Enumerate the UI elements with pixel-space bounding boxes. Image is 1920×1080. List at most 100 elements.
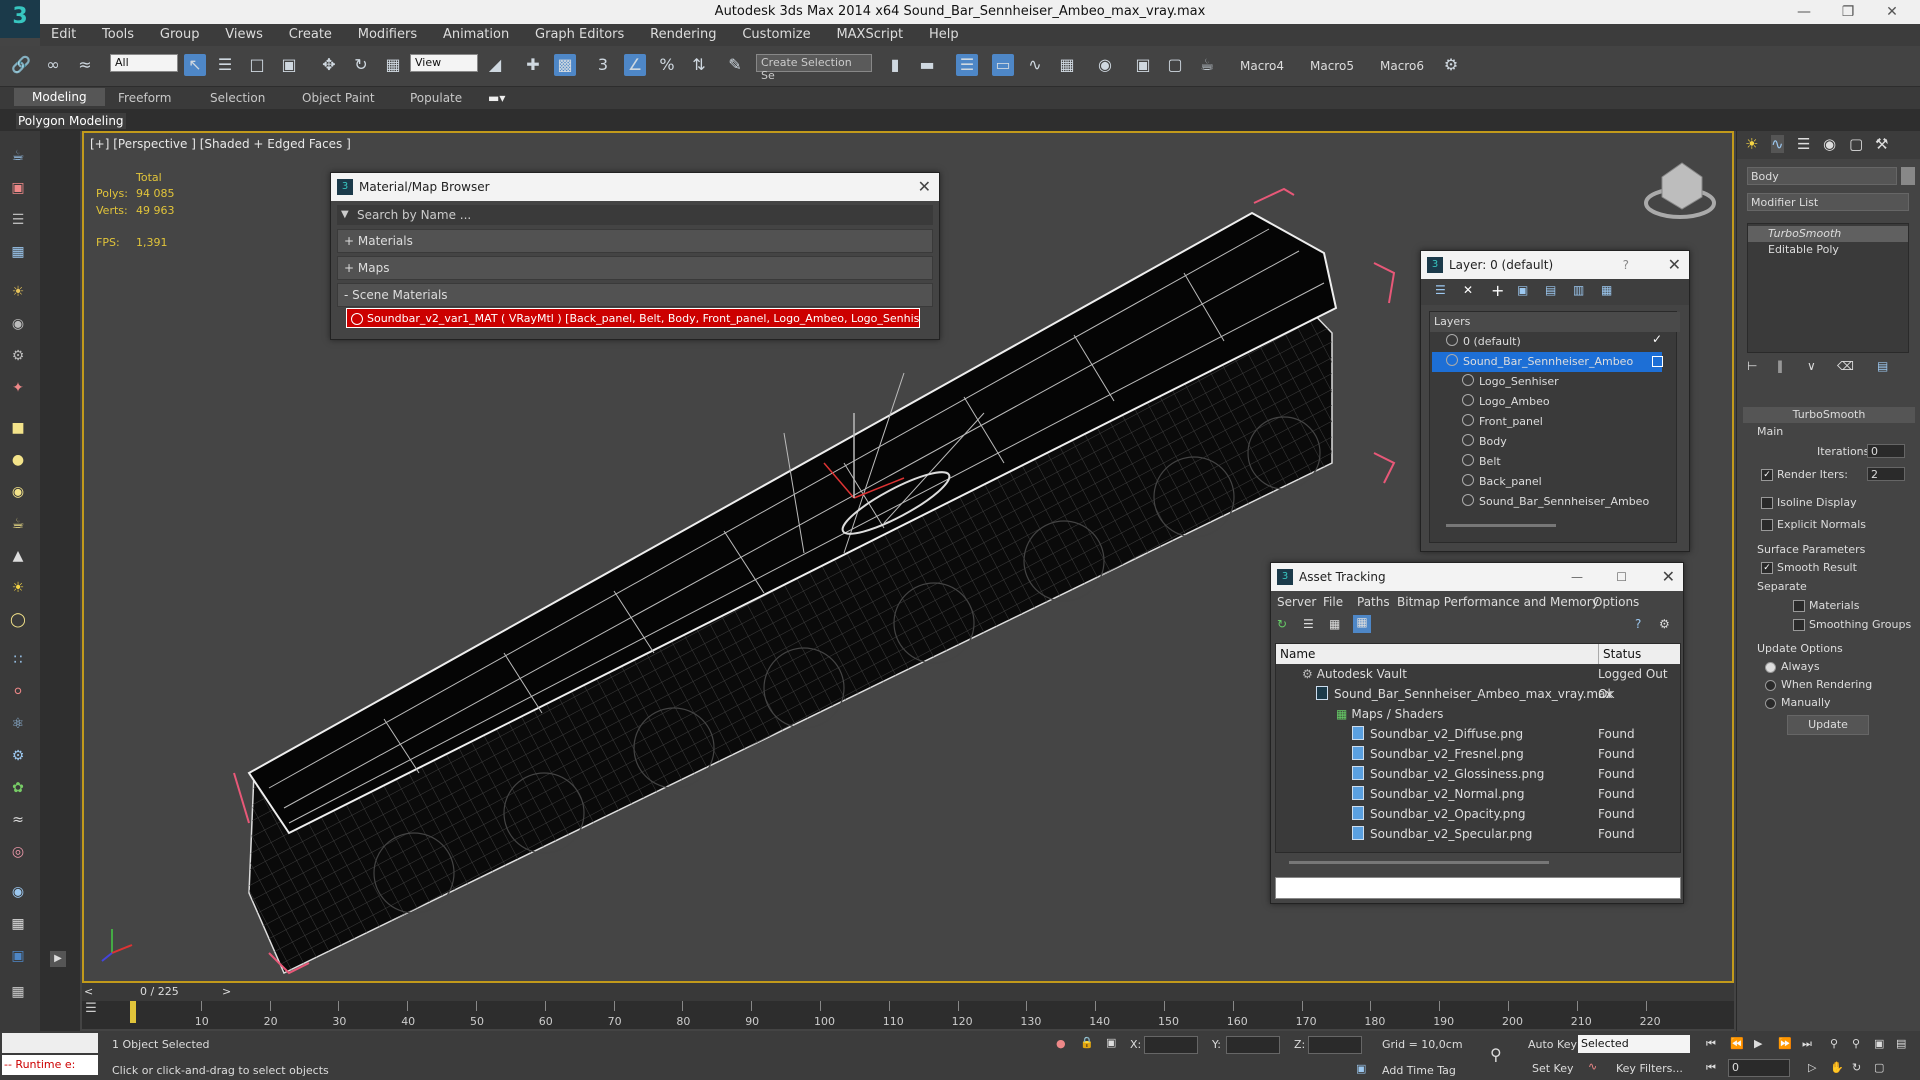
- asset-menu-paths[interactable]: Paths: [1357, 595, 1390, 609]
- gear-small-icon[interactable]: ⚙: [6, 745, 30, 767]
- add-time-tag-button[interactable]: Add Time Tag: [1382, 1064, 1456, 1077]
- minimize-icon[interactable]: —: [1571, 563, 1583, 591]
- settings-icon[interactable]: ⚙: [1659, 617, 1670, 631]
- update-always-radio[interactable]: [1765, 662, 1776, 673]
- menu-rendering[interactable]: Rendering: [639, 24, 727, 42]
- layer-manager-titlebar[interactable]: 3 Layer: 0 (default) ? ✕: [1421, 251, 1689, 279]
- filter-icon[interactable]: ▼: [341, 205, 349, 225]
- layer-manager-icon[interactable]: ☰: [956, 54, 978, 76]
- field-of-view-icon[interactable]: ▷: [1808, 1061, 1816, 1074]
- current-frame-marker[interactable]: [130, 1001, 136, 1023]
- section-materials[interactable]: + Materials: [337, 229, 933, 253]
- table-row[interactable]: Soundbar_v2_Opacity.png Found: [1276, 804, 1680, 825]
- menu-tools[interactable]: Tools: [91, 24, 145, 42]
- menu-create[interactable]: Create: [278, 24, 343, 42]
- close-icon[interactable]: ✕: [918, 173, 931, 201]
- layer-row-back-panel[interactable]: Back_panel: [1462, 472, 1542, 492]
- help-icon[interactable]: ?: [1635, 617, 1641, 631]
- layer-row-body[interactable]: Body: [1462, 432, 1507, 452]
- globe-icon[interactable]: ◉: [6, 881, 30, 903]
- x-coord-field[interactable]: [1144, 1036, 1198, 1054]
- column-name[interactable]: Name: [1280, 644, 1315, 664]
- table-row[interactable]: Soundbar_v2_Glossiness.png Found: [1276, 764, 1680, 785]
- pin-stack-icon[interactable]: ⊢: [1747, 359, 1757, 373]
- table-row[interactable]: Soundbar_v2_Normal.png Found: [1276, 784, 1680, 805]
- add-to-layer-icon[interactable]: +: [1491, 281, 1504, 300]
- stack-item-turbosmooth[interactable]: TurboSmooth: [1748, 226, 1908, 242]
- atom-icon[interactable]: ⚛: [6, 713, 30, 735]
- polygon-modeling-panel[interactable]: Polygon Modeling: [16, 113, 126, 129]
- zoom-icon[interactable]: ⚲: [1830, 1037, 1838, 1050]
- light-icon[interactable]: ☀: [6, 281, 30, 303]
- current-frame-field[interactable]: 0: [1728, 1059, 1790, 1077]
- turbosmooth-rollout-header[interactable]: TurboSmooth: [1743, 407, 1915, 423]
- auto-key-button[interactable]: Auto Key: [1528, 1038, 1577, 1051]
- layer-row-soundbar-object[interactable]: Sound_Bar_Sennheiser_Ambeo: [1462, 492, 1649, 512]
- zoom-all-icon[interactable]: ⚲: [1852, 1037, 1860, 1050]
- iterations-spinner[interactable]: 0: [1867, 444, 1905, 458]
- set-key-button[interactable]: Set Key: [1532, 1062, 1574, 1075]
- close-icon[interactable]: ✕: [1668, 251, 1681, 279]
- render-iters-checkbox[interactable]: ✓: [1761, 469, 1773, 481]
- update-manually-radio[interactable]: [1765, 698, 1776, 709]
- torus-icon[interactable]: ◯: [6, 609, 30, 631]
- reference-coord-dropdown[interactable]: View: [410, 54, 478, 72]
- configure-sets-icon[interactable]: ▤: [1877, 359, 1888, 373]
- layer-row-logo-senhiser[interactable]: Logo_Senhiser: [1462, 372, 1559, 392]
- bind-spacewarp-icon[interactable]: ≈: [74, 54, 96, 76]
- camera-icon[interactable]: ◉: [6, 313, 30, 335]
- ribbon-options-icon[interactable]: ▬▾: [488, 91, 505, 105]
- column-status[interactable]: Status: [1598, 644, 1641, 664]
- asset-scrollbar[interactable]: [1289, 861, 1549, 864]
- move-icon[interactable]: ✥: [318, 54, 340, 76]
- y-coord-field[interactable]: [1226, 1036, 1280, 1054]
- maximize-viewport-icon[interactable]: ▢: [1874, 1061, 1884, 1074]
- unlink-icon[interactable]: ∞: [42, 54, 64, 76]
- hierarchy-tab-icon[interactable]: ☰: [1797, 135, 1810, 153]
- key-filters-button[interactable]: Key Filters...: [1616, 1062, 1683, 1075]
- key-selection-dropdown[interactable]: Selected: [1578, 1035, 1690, 1053]
- rendered-frame-window-icon[interactable]: ▢: [1164, 54, 1186, 76]
- box-icon[interactable]: ■: [6, 417, 30, 439]
- menu-animation[interactable]: Animation: [432, 24, 520, 42]
- cloth-icon[interactable]: ◎: [6, 841, 30, 863]
- graphite-toggle-icon[interactable]: ▭: [992, 54, 1014, 76]
- section-scene-materials[interactable]: - Scene Materials: [337, 283, 933, 307]
- render-iters-spinner[interactable]: 2: [1867, 467, 1905, 481]
- keyboard-shortcut-override-icon[interactable]: ▩: [554, 54, 576, 76]
- separate-materials-checkbox[interactable]: [1793, 600, 1805, 612]
- hide-all-icon[interactable]: ▥: [1573, 283, 1584, 297]
- freeze-all-icon[interactable]: ▦: [1601, 283, 1612, 297]
- close-icon[interactable]: ✕: [1662, 563, 1675, 591]
- create-layer-icon[interactable]: ☰: [1435, 283, 1446, 297]
- scale-icon[interactable]: ▦: [382, 54, 404, 76]
- asset-menu-file[interactable]: File: [1323, 595, 1343, 609]
- menu-group[interactable]: Group: [149, 24, 211, 42]
- menu-maxscript[interactable]: MAXScript: [825, 24, 914, 42]
- tab-object-paint[interactable]: Object Paint: [302, 91, 375, 105]
- material-browser-titlebar[interactable]: 3 Material/Map Browser ✕: [331, 173, 939, 201]
- foliage-icon[interactable]: ✿: [6, 777, 30, 799]
- table-row[interactable]: ▦ Maps / Shaders: [1276, 704, 1680, 725]
- menu-help[interactable]: Help: [918, 24, 970, 42]
- select-manipulate-icon[interactable]: ✚: [522, 54, 544, 76]
- menu-graph-editors[interactable]: Graph Editors: [524, 24, 635, 42]
- maxscript-listener-input[interactable]: [2, 1033, 98, 1053]
- layer-row-soundbar[interactable]: Sound_Bar_Sennheiser_Ambeo: [1432, 352, 1662, 372]
- show-end-result-icon[interactable]: ‖: [1777, 359, 1783, 373]
- macro6-button[interactable]: Macro6: [1380, 59, 1424, 73]
- play-icon[interactable]: ▶: [1754, 1037, 1762, 1050]
- isoline-display-checkbox[interactable]: [1761, 497, 1773, 509]
- gear-icon[interactable]: ⚙: [1440, 54, 1462, 76]
- table-row[interactable]: Soundbar_v2_Specular.png Found: [1276, 824, 1680, 845]
- tab-freeform[interactable]: Freeform: [118, 91, 171, 105]
- list-view-icon[interactable]: ☰: [1303, 617, 1314, 631]
- thumbnail-view-icon[interactable]: ▦: [1329, 617, 1340, 631]
- z-coord-field[interactable]: [1308, 1036, 1362, 1054]
- menu-views[interactable]: Views: [214, 24, 274, 42]
- delete-layer-icon[interactable]: ✕: [1463, 283, 1473, 297]
- current-layer-check-icon[interactable]: ✓: [1652, 332, 1662, 346]
- highlight-layer-icon[interactable]: ▤: [1545, 283, 1556, 297]
- isolate-icon[interactable]: ●: [1056, 1037, 1066, 1050]
- pan-view-icon[interactable]: ✋: [1830, 1061, 1844, 1074]
